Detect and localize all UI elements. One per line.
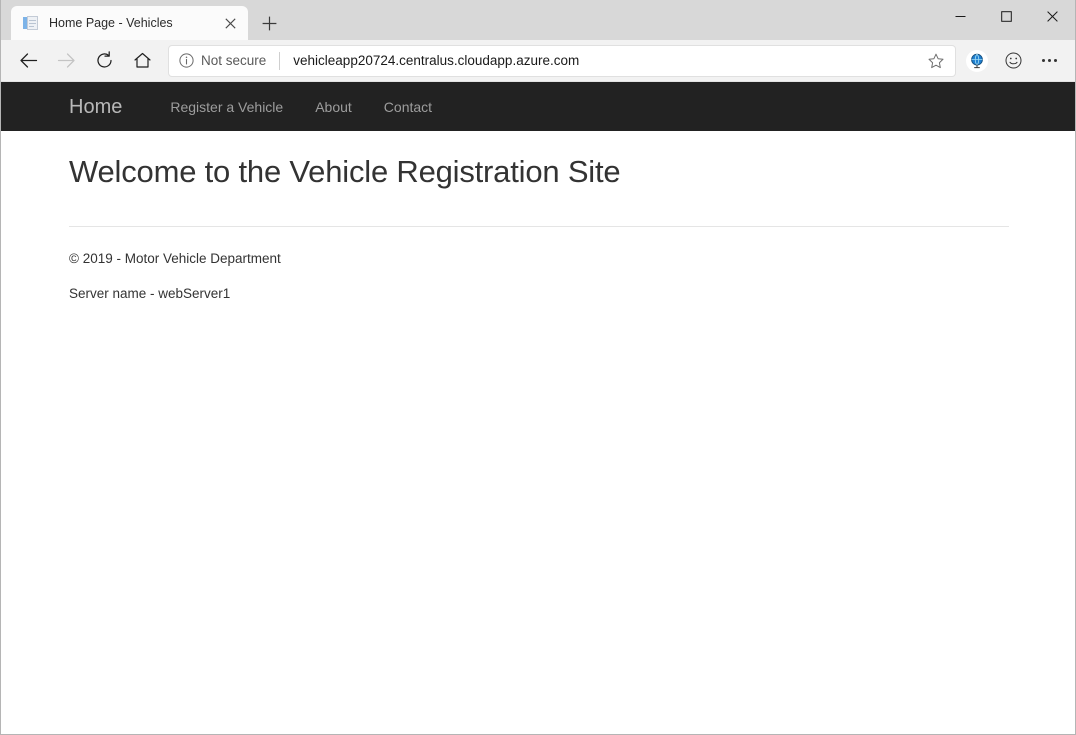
browser-tab[interactable]: Home Page - Vehicles	[11, 6, 248, 40]
security-label: Not secure	[201, 53, 266, 68]
nav-link-contact[interactable]: Contact	[368, 100, 448, 114]
browser-window: Home Page - Vehicles	[0, 0, 1076, 735]
page-viewport: Home Register a Vehicle About Contact We…	[1, 82, 1075, 733]
nav-link-register-a-vehicle[interactable]: Register a Vehicle	[154, 100, 299, 114]
close-icon[interactable]	[218, 11, 242, 35]
page-document-icon	[23, 15, 39, 31]
refresh-icon[interactable]	[85, 44, 123, 78]
site-navbar: Home Register a Vehicle About Contact	[1, 82, 1075, 131]
footer-copyright: © 2019 - Motor Vehicle Department	[69, 227, 1007, 266]
navbar-links: Register a Vehicle About Contact	[154, 100, 448, 114]
minimize-icon[interactable]	[937, 0, 983, 33]
page-content: Welcome to the Vehicle Registration Site…	[1, 153, 1075, 300]
browser-toolbar: Not secure vehicleapp20724.centralus.clo…	[1, 40, 1075, 82]
address-bar[interactable]: Not secure vehicleapp20724.centralus.clo…	[169, 46, 955, 76]
star-icon[interactable]	[921, 47, 951, 75]
globe-icon	[966, 50, 988, 72]
new-tab-button[interactable]	[250, 6, 288, 40]
url-text[interactable]: vehicleapp20724.centralus.cloudapp.azure…	[293, 53, 921, 68]
window-controls	[937, 0, 1075, 33]
info-circle-icon	[179, 53, 194, 68]
forward-arrow-icon	[47, 44, 85, 78]
page-title: Welcome to the Vehicle Registration Site	[69, 153, 1007, 190]
home-icon[interactable]	[123, 44, 161, 78]
ellipsis-icon[interactable]	[1031, 44, 1067, 78]
navbar-brand-home[interactable]: Home	[69, 97, 122, 117]
tab-strip: Home Page - Vehicles	[1, 0, 1075, 40]
footer-server-name: Server name - webServer1	[69, 266, 1007, 301]
extension-button[interactable]	[959, 44, 995, 78]
back-arrow-icon[interactable]	[9, 44, 47, 78]
maximize-icon[interactable]	[983, 0, 1029, 33]
smiley-face-icon[interactable]	[995, 44, 1031, 78]
security-status[interactable]: Not secure	[179, 53, 266, 68]
nav-link-about[interactable]: About	[299, 100, 368, 114]
tab-title: Home Page - Vehicles	[49, 15, 218, 31]
url-divider	[279, 52, 280, 70]
window-close-icon[interactable]	[1029, 0, 1075, 33]
